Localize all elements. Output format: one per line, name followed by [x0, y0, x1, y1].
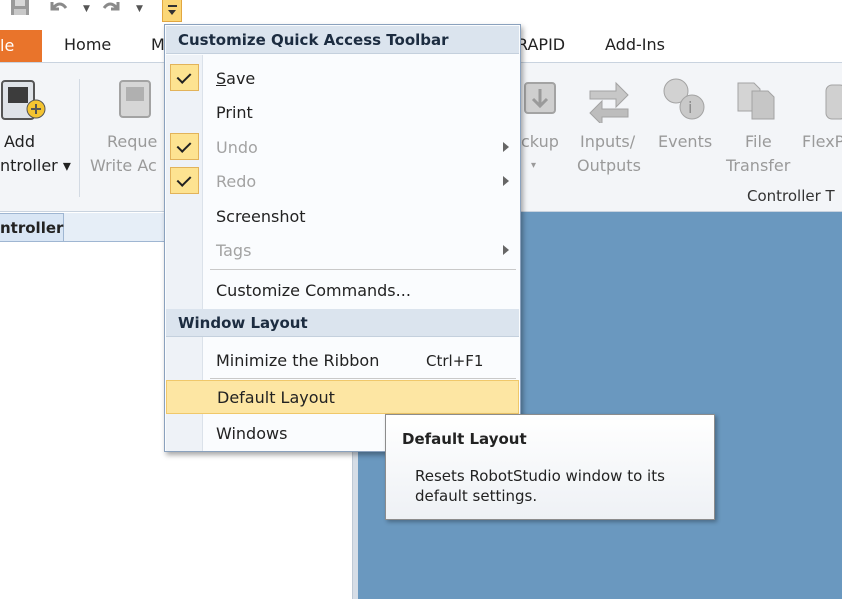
ribbon-separator: [79, 79, 80, 197]
request-write-label-1: Reque: [107, 132, 158, 151]
tooltip-body: Resets RobotStudio window to its default…: [415, 467, 665, 505]
menu-item-screenshot-label: Screenshot: [216, 207, 306, 226]
add-controller-label-1: Add: [4, 132, 35, 151]
svg-text:i: i: [688, 98, 692, 117]
backup-label-2: ▾: [531, 160, 537, 171]
controller-panel-tab[interactable]: ntroller: [0, 213, 64, 242]
menu-item-default-layout[interactable]: Default Layout: [166, 380, 519, 414]
menu-item-tags[interactable]: Tags: [166, 233, 519, 267]
redo-icon[interactable]: [100, 0, 122, 20]
tab-modeling[interactable]: M: [151, 35, 165, 54]
save-icon[interactable]: [10, 0, 32, 20]
shortcut-text: Ctrl+F1: [426, 352, 484, 370]
menu-item-redo[interactable]: Redo: [166, 164, 519, 198]
customize-quick-access-button[interactable]: [162, 0, 182, 22]
checkmark-icon: [170, 133, 199, 160]
menu-item-save-label: Save: [216, 69, 256, 88]
tab-add-ins[interactable]: Add-Ins: [605, 35, 665, 54]
flexpendant-icon: [824, 83, 842, 127]
menu-item-redo-label: Redo: [216, 172, 257, 191]
menu-item-customize-commands-label: Customize Commands...: [216, 281, 411, 300]
inputs-outputs-label-1: Inputs/: [580, 132, 636, 151]
backup-icon: [521, 79, 561, 127]
add-controller-icon: [0, 79, 48, 127]
file-transfer-label-2: Transfer: [726, 156, 791, 175]
menu-item-default-layout-label: Default Layout: [217, 388, 335, 407]
events-label: Events: [658, 132, 713, 151]
menu-separator: [210, 378, 516, 379]
undo-dropdown-icon[interactable]: ▼: [83, 4, 90, 14]
submenu-arrow-icon: [503, 176, 509, 186]
tab-rapid[interactable]: RAPID: [517, 35, 565, 54]
tab-file[interactable]: le: [0, 30, 42, 62]
flexpendant-label: FlexP: [802, 132, 842, 151]
menu-item-minimize-ribbon[interactable]: Minimize the Ribbon Ctrl+F1: [166, 343, 519, 377]
file-transfer-icon: [734, 79, 778, 127]
file-transfer-label-1: File: [745, 132, 772, 151]
checkmark-icon: [170, 167, 199, 194]
menu-item-minimize-ribbon-label: Minimize the Ribbon: [216, 351, 380, 370]
tooltip-default-layout: Default Layout Resets RobotStudio window…: [385, 414, 715, 520]
checkmark-icon: [170, 64, 199, 91]
request-write-label-2: Write Ac: [90, 156, 157, 175]
menu-header-customize: Customize Quick Access Toolbar: [166, 26, 519, 54]
menu-item-print-label: Print: [216, 103, 253, 122]
ribbon-group-title: Controller T: [747, 187, 835, 205]
tooltip-title: Default Layout: [402, 430, 527, 448]
menu-item-tags-label: Tags: [216, 241, 252, 260]
backup-label-1: ckup: [521, 132, 559, 151]
menu-item-screenshot[interactable]: Screenshot: [166, 199, 519, 233]
menu-header-window-layout: Window Layout: [166, 309, 519, 337]
menu-item-save[interactable]: Save: [166, 61, 519, 95]
quick-access-toolbar: ▼ ▼: [0, 0, 842, 26]
menu-item-print[interactable]: Print: [166, 95, 519, 129]
inputs-outputs-label-2: Outputs: [577, 156, 641, 175]
menu-item-undo-label: Undo: [216, 138, 258, 157]
submenu-arrow-icon: [503, 245, 509, 255]
customize-quick-access-menu: Customize Quick Access Toolbar Save Prin…: [164, 24, 521, 452]
undo-icon[interactable]: [48, 0, 70, 20]
add-controller-label-2: ntroller ▾: [0, 156, 71, 175]
menu-item-windows-label: Windows: [216, 424, 288, 443]
request-write-access-icon: [116, 79, 160, 127]
menu-item-customize-commands[interactable]: Customize Commands...: [166, 273, 519, 307]
events-icon: i: [662, 77, 706, 127]
menu-separator: [210, 269, 516, 270]
submenu-arrow-icon: [503, 142, 509, 152]
tab-home[interactable]: Home: [64, 35, 111, 54]
inputs-outputs-icon: [586, 79, 632, 127]
redo-dropdown-icon[interactable]: ▼: [136, 4, 143, 14]
menu-item-undo[interactable]: Undo: [166, 130, 519, 164]
